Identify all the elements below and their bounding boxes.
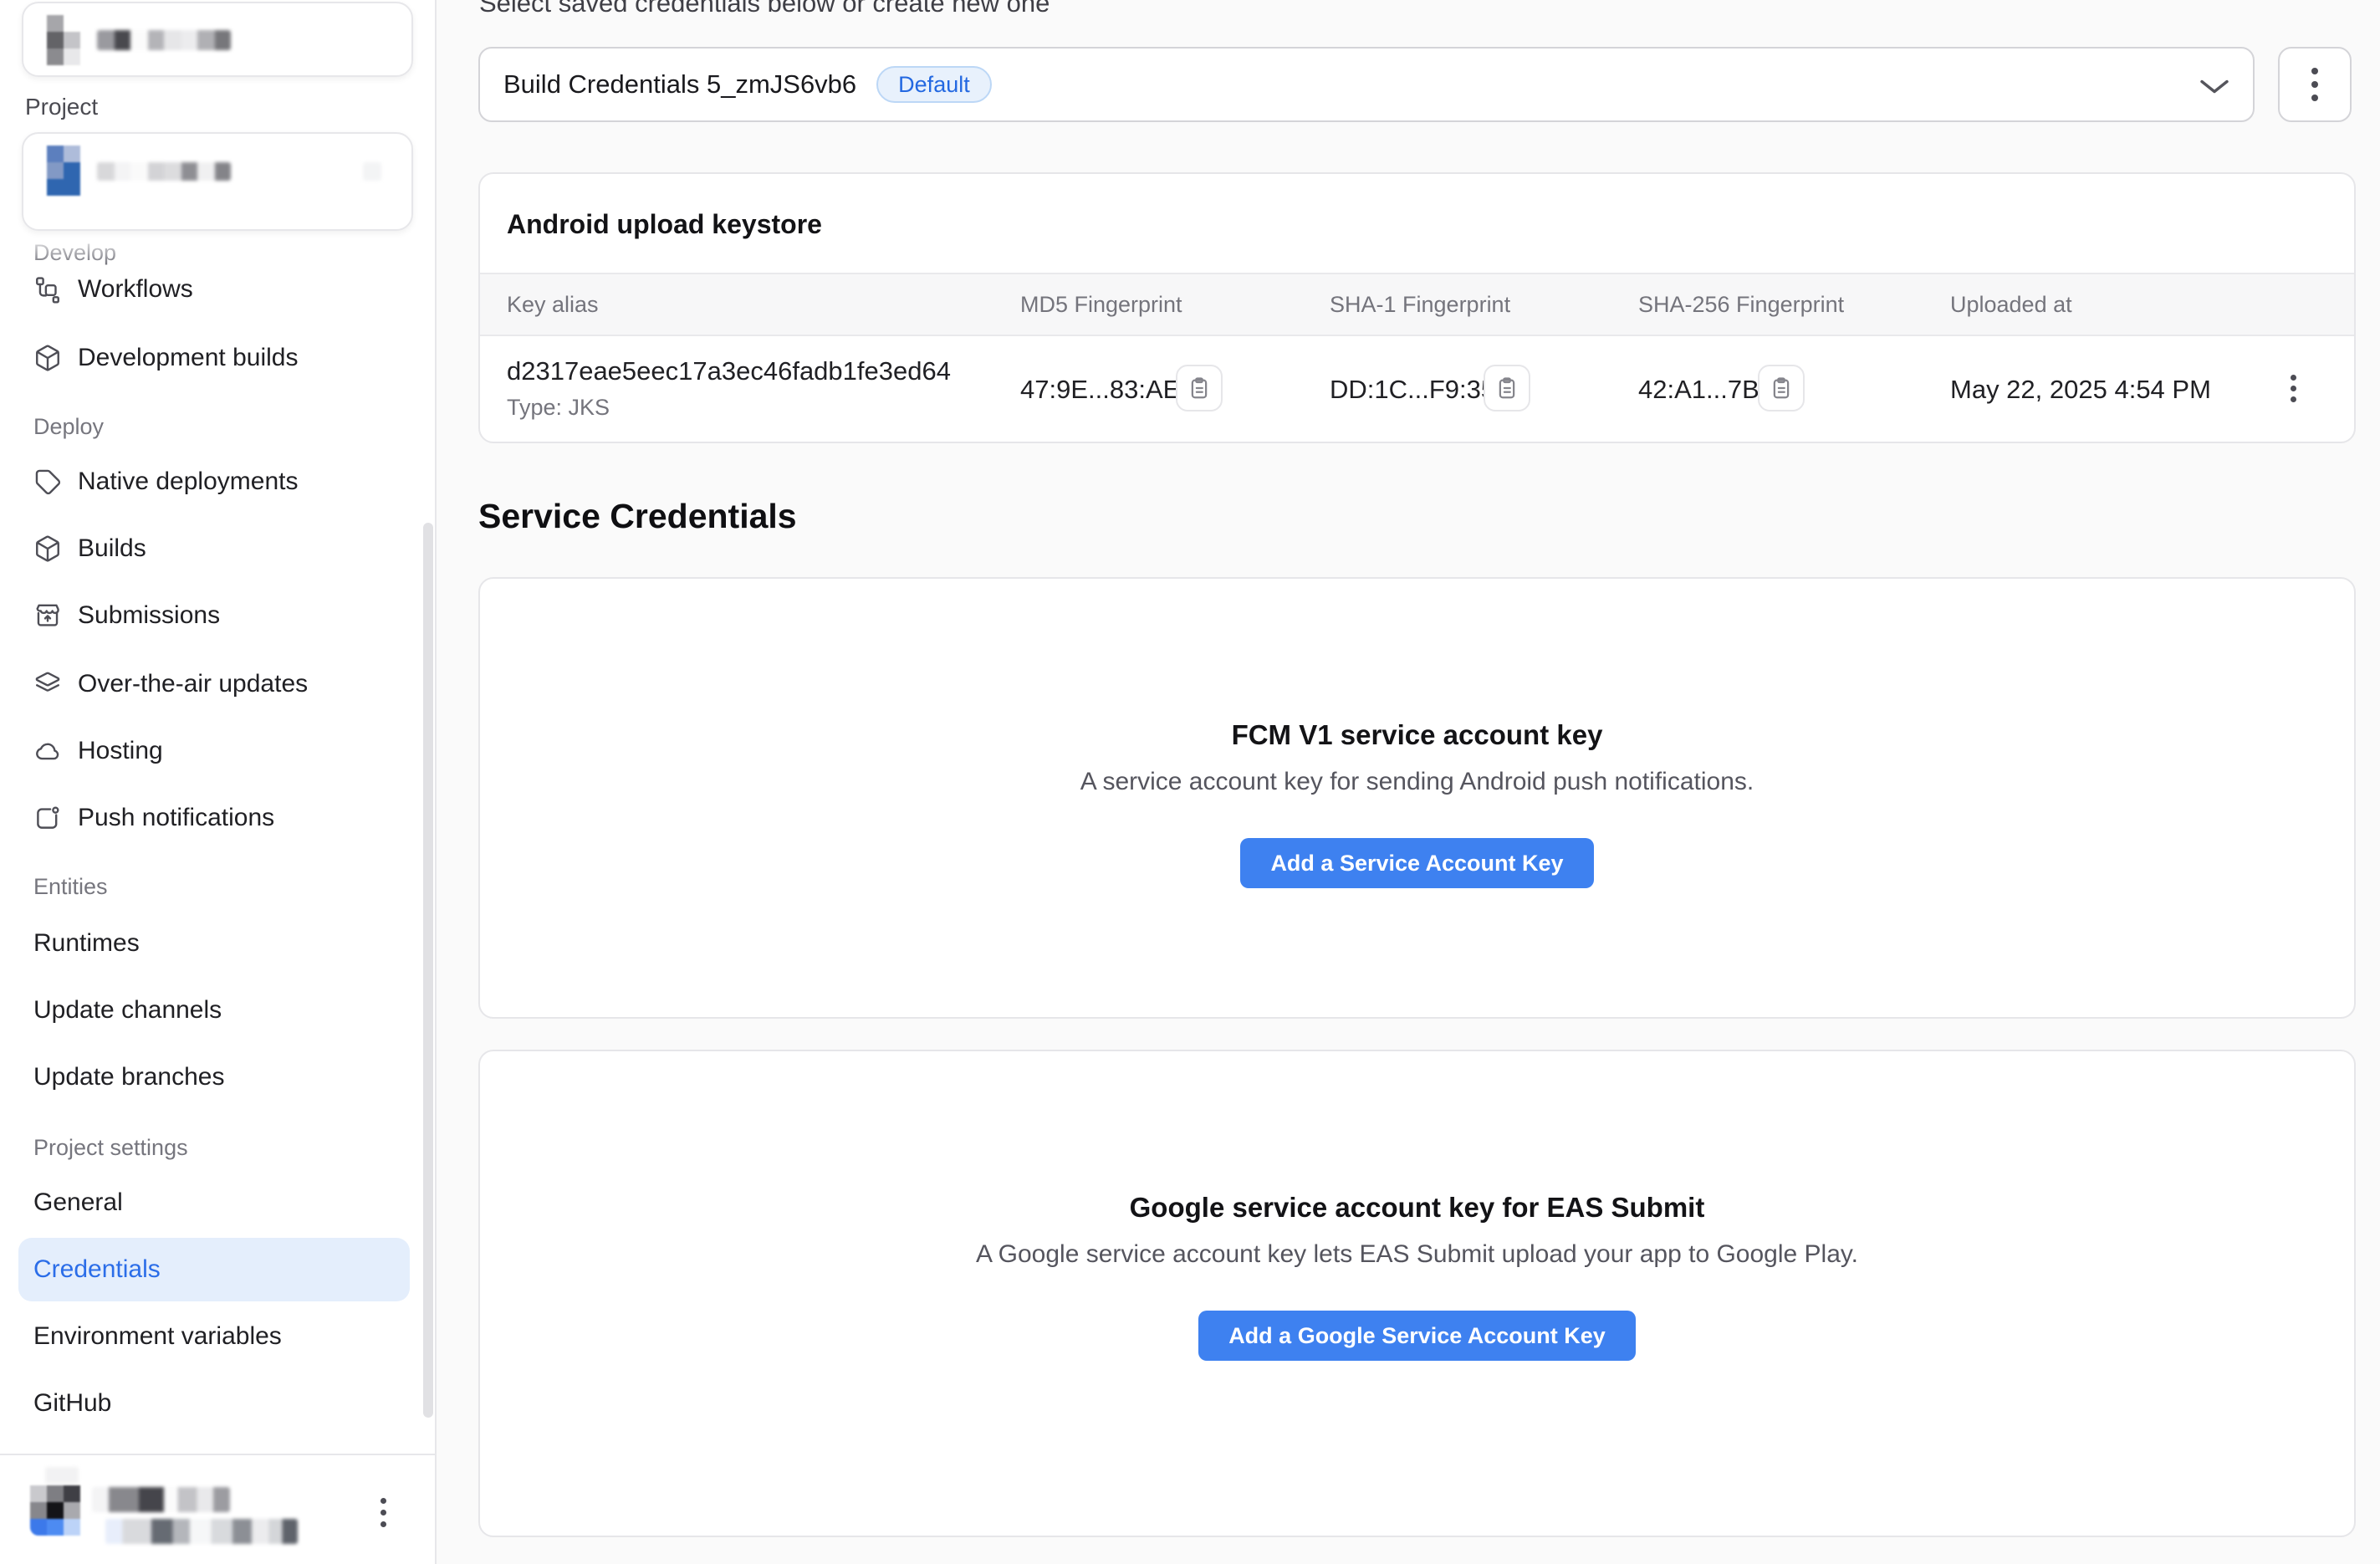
fcm-card-description: A service account key for sending Androi…: [480, 768, 2354, 796]
app-window-dot-icon: [33, 804, 62, 832]
column-sha1: SHA-1 Fingerprint: [1330, 274, 1510, 335]
sidebar-item-label: Push notifications: [78, 785, 274, 851]
sidebar-item-label: Update channels: [33, 977, 222, 1044]
sidebar-item-label: Development builds: [78, 325, 298, 391]
default-badge: Default: [876, 66, 992, 103]
user-menu-kebab-button[interactable]: [368, 1489, 398, 1536]
workflow-icon: [33, 275, 62, 304]
sidebar-item-update-channels[interactable]: Update channels: [0, 977, 437, 1044]
sidebar-item-label: Runtimes: [33, 910, 140, 977]
credential-select-value: Build Credentials 5_zmJS6vb6: [503, 69, 856, 100]
column-uploaded-at: Uploaded at: [1950, 274, 2072, 335]
sidebar-item-push-notifications[interactable]: Push notifications: [0, 785, 437, 851]
redacted-project-action: [363, 162, 381, 181]
chevron-down-icon: [2199, 79, 2229, 95]
google-service-account-card: Google service account key for EAS Submi…: [478, 1050, 2356, 1537]
column-key-alias: Key alias: [507, 274, 599, 335]
copy-sha1-button[interactable]: [1484, 365, 1530, 411]
sidebar-item-label: Submissions: [78, 582, 220, 649]
redacted-project-name: [97, 162, 231, 181]
sidebar-item-github[interactable]: GitHub: [0, 1370, 437, 1437]
storefront-upload-icon: [33, 601, 62, 630]
key-type-value: Type: JKS: [507, 395, 610, 421]
redacted-user-email: [105, 1519, 298, 1544]
cube-icon: [33, 344, 62, 372]
project-selector[interactable]: [22, 132, 413, 231]
sidebar-item-workflows[interactable]: Workflows: [0, 256, 437, 323]
service-credentials-heading: Service Credentials: [478, 497, 797, 536]
sidebar-item-label: Native deployments: [78, 448, 298, 515]
intro-text: Select saved credentials below or create…: [479, 0, 1050, 18]
sidebar-item-label: Builds: [78, 515, 146, 582]
credential-select[interactable]: Build Credentials 5_zmJS6vb6 Default: [478, 47, 2255, 122]
sidebar-item-label: GitHub: [33, 1370, 111, 1437]
redacted-account-name: [97, 30, 231, 50]
sidebar-item-label: Workflows: [78, 256, 193, 323]
project-label: Project: [25, 94, 98, 120]
copy-md5-button[interactable]: [1176, 365, 1223, 411]
sidebar-item-development-builds[interactable]: Development builds: [0, 325, 437, 391]
redacted-project-avatar: [47, 146, 80, 196]
sidebar-item-credentials[interactable]: Credentials: [0, 1236, 437, 1303]
fcm-service-account-card: FCM V1 service account key A service acc…: [478, 577, 2356, 1019]
sidebar-item-label: General: [33, 1169, 123, 1236]
credentials-page: Develop Workflows Development builds Dep…: [0, 0, 2380, 1564]
sha1-value: DD:1C...F9:35: [1330, 375, 1495, 405]
keystore-table-header: Key alias MD5 Fingerprint SHA-1 Fingerpr…: [480, 273, 2354, 336]
kebab-icon: [2311, 68, 2318, 101]
keystore-row-kebab-button[interactable]: [2276, 365, 2310, 411]
add-service-account-key-button[interactable]: Add a Service Account Key: [1240, 838, 1593, 888]
sidebar-item-general[interactable]: General: [0, 1169, 437, 1236]
account-selector[interactable]: [22, 2, 413, 77]
sidebar: Develop Workflows Development builds Dep…: [0, 0, 437, 1564]
sidebar-item-label: Hosting: [78, 718, 163, 785]
sidebar-scrollbar-thumb[interactable]: [423, 523, 433, 1418]
sidebar-header: Project: [0, 0, 435, 236]
sidebar-item-label: Over-the-air updates: [78, 651, 308, 718]
keystore-card-title: Android upload keystore: [507, 209, 822, 240]
fcm-card-title: FCM V1 service account key: [480, 719, 2354, 751]
sidebar-item-environment-variables[interactable]: Environment variables: [0, 1303, 437, 1370]
redacted-user-avatar: [30, 1485, 80, 1536]
credential-options-kebab-button[interactable]: [2278, 47, 2352, 122]
sidebar-item-label: Update branches: [33, 1044, 225, 1111]
layers-icon: [33, 670, 62, 698]
copy-sha256-button[interactable]: [1758, 365, 1805, 411]
sidebar-item-builds[interactable]: Builds: [0, 515, 437, 582]
google-card-description: A Google service account key lets EAS Su…: [480, 1240, 2354, 1269]
sidebar-item-label: Environment variables: [33, 1303, 282, 1370]
sidebar-item-hosting[interactable]: Hosting: [0, 718, 437, 785]
main-content: Select saved credentials below or create…: [438, 0, 2380, 1564]
google-card-title: Google service account key for EAS Submi…: [480, 1192, 2354, 1224]
sidebar-item-update-branches[interactable]: Update branches: [0, 1044, 437, 1111]
redacted-account-avatar: [47, 15, 80, 65]
sidebar-item-submissions[interactable]: Submissions: [0, 582, 437, 649]
keystore-table-row: d2317eae5eec17a3ec46fadb1fe3ed64 Type: J…: [480, 336, 2354, 443]
key-alias-value: d2317eae5eec17a3ec46fadb1fe3ed64: [507, 356, 951, 386]
sidebar-user-footer: [0, 1454, 435, 1564]
sidebar-item-runtimes[interactable]: Runtimes: [0, 910, 437, 977]
add-google-service-account-key-button[interactable]: Add a Google Service Account Key: [1198, 1311, 1636, 1361]
column-sha256: SHA-256 Fingerprint: [1638, 274, 1844, 335]
android-keystore-card: Android upload keystore Key alias MD5 Fi…: [478, 172, 2356, 443]
redacted-user-detail: [45, 1467, 79, 1484]
uploaded-at-value: May 22, 2025 4:54 PM: [1950, 375, 2211, 405]
sidebar-item-label: Credentials: [33, 1236, 161, 1303]
tag-icon: [33, 468, 62, 496]
cloud-icon: [33, 737, 62, 765]
column-md5: MD5 Fingerprint: [1020, 274, 1182, 335]
sidebar-item-ota-updates[interactable]: Over-the-air updates: [0, 651, 437, 718]
redacted-user-name: [92, 1487, 230, 1512]
sidebar-item-native-deployments[interactable]: Native deployments: [0, 448, 437, 515]
cube-icon: [33, 534, 62, 563]
md5-value: 47:9E...83:AE: [1020, 375, 1180, 405]
